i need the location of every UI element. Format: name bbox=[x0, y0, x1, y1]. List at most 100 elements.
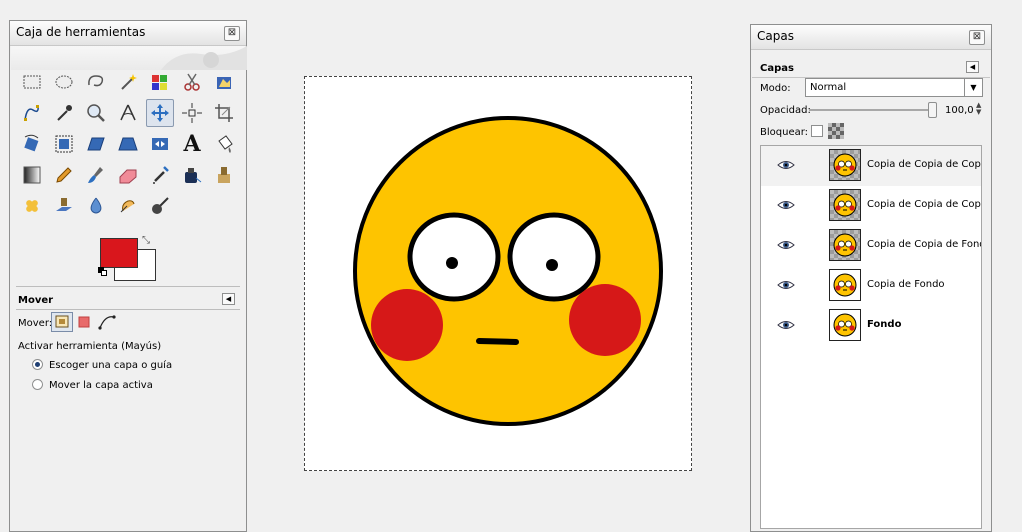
move-layer-button[interactable] bbox=[51, 312, 73, 332]
text-tool[interactable]: A bbox=[178, 130, 206, 158]
layers-menu-button[interactable]: ◀ bbox=[966, 61, 979, 73]
opacity-spin-button[interactable]: ▲ ▼ bbox=[976, 102, 981, 116]
paintbrush-tool[interactable] bbox=[82, 161, 110, 189]
visibility-eye-icon[interactable] bbox=[777, 238, 795, 252]
heal-tool[interactable] bbox=[18, 192, 46, 220]
wilber-banner-icon bbox=[161, 46, 247, 70]
move-active-layer-radio[interactable] bbox=[32, 379, 43, 390]
smudge-tool[interactable] bbox=[114, 192, 142, 220]
shear-icon bbox=[87, 137, 105, 151]
blur-tool[interactable] bbox=[82, 192, 110, 220]
crop-tool[interactable] bbox=[210, 99, 238, 127]
layer-row[interactable]: Copia de Fondo bbox=[761, 266, 981, 306]
move-active-layer-option[interactable]: Mover la capa activa bbox=[32, 379, 153, 391]
opacity-slider-handle[interactable] bbox=[928, 102, 937, 118]
move-tool[interactable] bbox=[146, 99, 174, 127]
layer-name[interactable]: Copia de Fondo bbox=[867, 279, 981, 290]
text-tool-icon: A bbox=[183, 131, 201, 157]
airbrush-tool[interactable] bbox=[146, 161, 174, 189]
rotate-tool[interactable] bbox=[18, 130, 46, 158]
layer-thumbnail bbox=[829, 269, 861, 301]
align-tool[interactable] bbox=[178, 99, 206, 127]
layer-thumbnail bbox=[829, 309, 861, 341]
pencil-tool[interactable] bbox=[50, 161, 78, 189]
bucket-fill-tool[interactable] bbox=[210, 130, 238, 158]
layer-row[interactable]: Copia de Copia de Copia de Fondo bbox=[761, 146, 981, 186]
ink-tool[interactable] bbox=[178, 161, 206, 189]
eraser-icon bbox=[119, 169, 137, 184]
left-eye bbox=[407, 212, 501, 302]
paths-tool[interactable] bbox=[18, 99, 46, 127]
shear-tool[interactable] bbox=[82, 130, 110, 158]
layers-titlebar[interactable]: Capas ⊠ bbox=[751, 25, 991, 50]
layer-row[interactable]: Fondo bbox=[761, 306, 981, 346]
layer-mode-icon bbox=[55, 315, 69, 328]
layer-row[interactable]: Copia de Copia de Copia de Fondo bbox=[761, 186, 981, 226]
layers-close-button[interactable]: ⊠ bbox=[969, 30, 985, 45]
left-cheek bbox=[371, 289, 443, 361]
color-area[interactable]: ⤡ bbox=[98, 235, 158, 281]
move-selection-button[interactable] bbox=[77, 315, 91, 329]
align-icon bbox=[182, 103, 202, 123]
layer-name[interactable]: Copia de Copia de Copia de Fondo bbox=[867, 199, 981, 210]
layer-name[interactable]: Fondo bbox=[867, 319, 981, 330]
clone-tool[interactable] bbox=[210, 161, 238, 189]
foreground-select-tool[interactable] bbox=[210, 68, 238, 96]
color-picker-tool[interactable] bbox=[50, 99, 78, 127]
rect-select-tool[interactable] bbox=[18, 68, 46, 96]
measure-icon bbox=[120, 104, 136, 121]
left-pupil bbox=[446, 257, 458, 269]
toolbox-panel: Caja de herramientas ⊠ A ⤡ Mover ◀ Mover… bbox=[9, 20, 247, 532]
opacity-value[interactable]: 100,0 bbox=[945, 105, 974, 116]
blushing-face-image bbox=[353, 116, 663, 426]
layers-list: Copia de Copia de Copia de Fondo Copia de… bbox=[760, 145, 982, 529]
measure-tool[interactable] bbox=[114, 99, 142, 127]
free-select-tool[interactable] bbox=[82, 68, 110, 96]
mode-select[interactable]: Normal ▼ bbox=[805, 78, 983, 97]
toolbox-titlebar[interactable]: Caja de herramientas ⊠ bbox=[10, 21, 246, 46]
face-circle bbox=[353, 116, 663, 426]
layer-thumbnail bbox=[829, 149, 861, 181]
lock-alpha-icon[interactable] bbox=[828, 123, 844, 139]
toolbox-banner bbox=[11, 46, 247, 70]
visibility-eye-icon[interactable] bbox=[777, 318, 795, 332]
lock-pixels-checkbox[interactable] bbox=[811, 125, 823, 137]
move-active-layer-label: Mover la capa activa bbox=[49, 380, 153, 391]
pick-layer-radio[interactable] bbox=[32, 359, 43, 370]
scissors-select-tool[interactable] bbox=[178, 68, 206, 96]
zoom-tool[interactable] bbox=[82, 99, 110, 127]
color-select-tool[interactable] bbox=[146, 68, 174, 96]
perspective-tool[interactable] bbox=[114, 130, 142, 158]
swap-colors-icon[interactable]: ⤡ bbox=[142, 235, 154, 247]
eraser-tool[interactable] bbox=[114, 161, 142, 189]
paths-icon bbox=[24, 105, 39, 121]
scale-tool[interactable] bbox=[50, 130, 78, 158]
tool-options-menu-button[interactable]: ◀ bbox=[222, 293, 235, 305]
flip-tool[interactable] bbox=[146, 130, 174, 158]
blend-tool[interactable] bbox=[18, 161, 46, 189]
move-path-button[interactable] bbox=[98, 313, 116, 331]
clone-icon bbox=[218, 167, 230, 183]
visibility-eye-icon[interactable] bbox=[777, 158, 795, 172]
layers-panel: Capas ⊠ Capas ◀ Modo: Normal ▼ Opacidad:… bbox=[750, 24, 992, 532]
layer-name[interactable]: Copia de Copia de Fondo bbox=[867, 239, 981, 250]
opacity-slider-track[interactable] bbox=[809, 109, 937, 111]
activate-tool-label: Activar herramienta (Mayús) bbox=[18, 341, 162, 352]
layers-tab: Capas ◀ bbox=[752, 55, 990, 78]
dodge-burn-icon bbox=[152, 197, 169, 214]
visibility-eye-icon[interactable] bbox=[777, 198, 795, 212]
toolbox-close-button[interactable]: ⊠ bbox=[224, 26, 240, 41]
perspective-clone-tool[interactable] bbox=[50, 192, 78, 220]
default-colors-icon[interactable] bbox=[98, 267, 107, 276]
layer-name[interactable]: Copia de Copia de Copia de Fondo bbox=[867, 159, 981, 170]
image-canvas[interactable] bbox=[304, 76, 692, 471]
visibility-eye-icon[interactable] bbox=[777, 278, 795, 292]
dodge-burn-tool[interactable] bbox=[146, 192, 174, 220]
fuzzy-select-tool[interactable] bbox=[114, 68, 142, 96]
mode-dropdown-button[interactable]: ▼ bbox=[964, 79, 982, 96]
ink-icon bbox=[185, 168, 202, 183]
layer-row[interactable]: Copia de Copia de Fondo bbox=[761, 226, 981, 266]
pick-layer-option[interactable]: Escoger una capa o guía bbox=[32, 359, 172, 371]
ellipse-select-tool[interactable] bbox=[50, 68, 78, 96]
foreground-color-swatch[interactable] bbox=[100, 238, 138, 268]
